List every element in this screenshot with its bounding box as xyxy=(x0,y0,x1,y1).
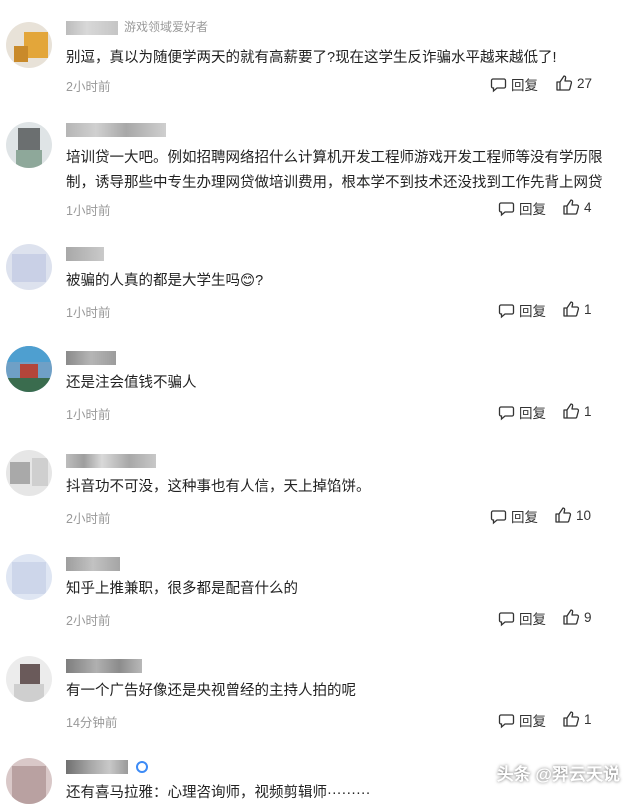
avatar[interactable] xyxy=(6,22,52,68)
reply-button[interactable]: 回复 xyxy=(498,198,546,218)
reply-icon xyxy=(498,200,515,217)
like-button[interactable]: 1 xyxy=(562,402,592,420)
like-count: 1 xyxy=(584,403,592,419)
avatar[interactable] xyxy=(6,758,52,804)
thumbs-up-icon xyxy=(555,74,573,92)
avatar[interactable] xyxy=(6,554,52,600)
comment-time: 1小时前 xyxy=(66,204,111,218)
comment-time: 1小时前 xyxy=(66,408,111,422)
username[interactable] xyxy=(66,758,149,774)
like-count: 10 xyxy=(576,507,592,523)
reply-icon xyxy=(498,712,515,729)
comment-text: 培训贷一大吧。例如招聘网络招什么计算机开发工程师游戏开发工程师等没有学历限制，诱… xyxy=(66,150,603,191)
reply-label: 回复 xyxy=(519,304,546,319)
thumbs-up-icon xyxy=(562,710,580,728)
username[interactable] xyxy=(66,657,142,673)
like-count: 1 xyxy=(584,711,592,727)
username[interactable] xyxy=(66,19,118,35)
comment-item: 培训贷一大吧。例如招聘网络招什么计算机开发工程师游戏开发工程师等没有学历限制，诱… xyxy=(0,112,640,230)
reply-label: 回复 xyxy=(519,714,546,729)
like-button[interactable]: 1 xyxy=(562,300,592,318)
reply-button[interactable]: 回复 xyxy=(490,74,538,94)
reply-label: 回复 xyxy=(519,406,546,421)
like-count: 27 xyxy=(577,75,593,91)
reply-icon xyxy=(490,76,507,93)
username[interactable] xyxy=(66,245,104,261)
comment-item: 有一个广告好像还是央视曾经的主持人拍的呢 14分钟前 回复 1 xyxy=(0,646,640,748)
reply-button[interactable]: 回复 xyxy=(498,608,546,628)
reply-button[interactable]: 回复 xyxy=(498,300,546,320)
reply-icon xyxy=(498,610,515,627)
comment-item: 抖音功不可没，这种事也有人信，天上掉馅饼。 2小时前 回复 10 xyxy=(0,440,640,542)
reply-button[interactable]: 回复 xyxy=(490,506,538,526)
comment-time: 2小时前 xyxy=(66,614,111,628)
user-tag: 游戏领域爱好者 xyxy=(124,20,209,34)
reply-label: 回复 xyxy=(519,202,546,217)
comment-item: 知乎上推兼职，很多都是配音什么的 2小时前 回复 9 xyxy=(0,544,640,646)
reply-button[interactable]: 回复 xyxy=(498,710,546,730)
comment-item: 还是注会值钱不骗人 1小时前 回复 1 xyxy=(0,338,640,440)
comment-text: 抖音功不可没，这种事也有人信，天上掉馅饼。 xyxy=(66,479,371,495)
reply-icon xyxy=(498,302,515,319)
comment-item: 被骗的人真的都是大学生吗😊? 1小时前 回复 1 xyxy=(0,236,640,338)
comment-time: 14分钟前 xyxy=(66,716,118,730)
username[interactable] xyxy=(66,555,120,571)
username[interactable] xyxy=(66,349,116,365)
comment-text: 知乎上推兼职，很多都是配音什么的 xyxy=(66,581,298,597)
reply-label: 回复 xyxy=(519,612,546,627)
reply-icon xyxy=(498,404,515,421)
avatar[interactable] xyxy=(6,244,52,290)
reply-icon xyxy=(490,508,507,525)
comment-time: 2小时前 xyxy=(66,512,111,526)
like-button[interactable]: 27 xyxy=(555,74,592,92)
avatar[interactable] xyxy=(6,450,52,496)
like-button[interactable]: 4 xyxy=(562,198,592,216)
thumbs-up-icon xyxy=(554,506,572,524)
comment-text: 有一个广告好像还是央视曾经的主持人拍的呢 xyxy=(66,683,356,699)
comment-text: 被骗的人真的都是大学生吗😊? xyxy=(66,273,264,289)
username[interactable] xyxy=(66,121,166,137)
username[interactable] xyxy=(66,452,156,468)
avatar[interactable] xyxy=(6,656,52,702)
verified-icon xyxy=(136,760,149,773)
like-button[interactable]: 10 xyxy=(554,506,591,524)
reply-label: 回复 xyxy=(511,78,538,93)
comment-text: 还是注会值钱不骗人 xyxy=(66,375,197,391)
comment-time: 2小时前 xyxy=(66,80,111,94)
comment-time: 1小时前 xyxy=(66,306,111,320)
thumbs-up-icon xyxy=(562,402,580,420)
like-button[interactable]: 9 xyxy=(562,608,592,626)
avatar[interactable] xyxy=(6,346,52,392)
watermark: 头条 @羿云天说 xyxy=(496,765,620,784)
reply-button[interactable]: 回复 xyxy=(498,402,546,422)
like-button[interactable]: 1 xyxy=(562,710,592,728)
thumbs-up-icon xyxy=(562,608,580,626)
like-count: 9 xyxy=(584,609,592,625)
like-count: 1 xyxy=(584,301,592,317)
like-count: 4 xyxy=(584,199,592,215)
thumbs-up-icon xyxy=(562,198,580,216)
avatar[interactable] xyxy=(6,122,52,168)
thumbs-up-icon xyxy=(562,300,580,318)
comment-item: 游戏领域爱好者 别逗，真以为随便学两天的就有高薪要了?现在这学生反诈骗水平越来越… xyxy=(0,10,640,112)
reply-label: 回复 xyxy=(511,510,538,525)
comment-text: 别逗，真以为随便学两天的就有高薪要了?现在这学生反诈骗水平越来越低了! xyxy=(66,50,557,66)
